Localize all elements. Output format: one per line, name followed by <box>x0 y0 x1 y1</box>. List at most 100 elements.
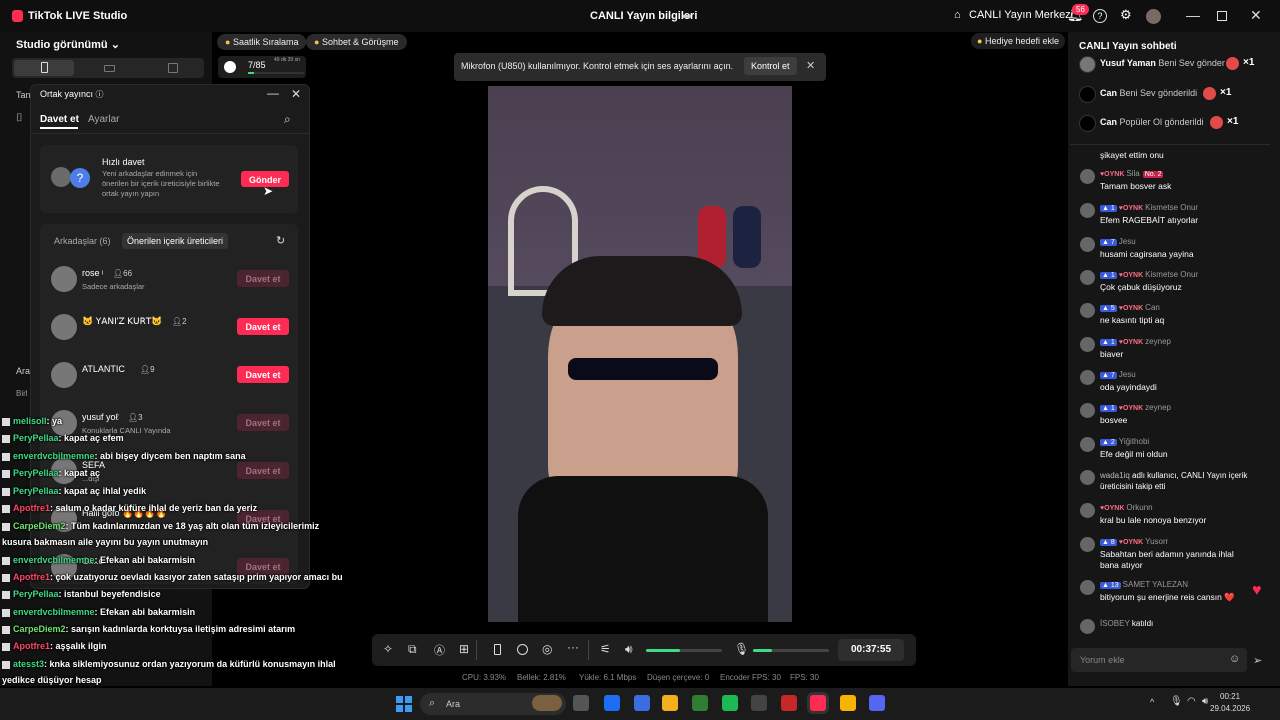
live-center-link[interactable]: CANLI Yayın Merkezi <box>969 9 1073 21</box>
landscape-icon[interactable] <box>104 65 115 72</box>
chat-avatar[interactable] <box>1080 470 1095 485</box>
share-icon[interactable]: ➦ <box>682 9 692 23</box>
chat-avatar[interactable] <box>1080 580 1095 595</box>
chrome-icon[interactable] <box>662 695 678 711</box>
camera-icon[interactable]: ⌷ <box>16 112 23 125</box>
tiktok-live-icon[interactable] <box>810 695 826 711</box>
edge-icon[interactable] <box>634 695 650 711</box>
sliders-icon[interactable]: ⚟ <box>600 642 611 656</box>
more-icon[interactable]: ··· <box>567 640 579 654</box>
tray-chevron-icon[interactable]: ^ <box>1150 697 1154 707</box>
home-icon[interactable]: ⌂ <box>954 9 961 21</box>
tab-invite[interactable]: Davet et <box>40 114 79 125</box>
chat-username[interactable]: wada1iq <box>1100 471 1130 480</box>
chat-username[interactable]: zeynep <box>1145 337 1171 346</box>
chat-username[interactable]: Jesu <box>1119 370 1136 379</box>
creator-avatar[interactable] <box>51 314 77 340</box>
send-icon[interactable]: ➢ <box>1253 654 1262 667</box>
creator-avatar[interactable] <box>51 266 77 292</box>
toast-close-icon[interactable]: ✕ <box>806 59 815 72</box>
folder-icon[interactable] <box>840 695 856 711</box>
chat-avatar[interactable] <box>1080 503 1095 518</box>
avatar[interactable] <box>1146 9 1161 24</box>
chat-username[interactable]: Kismetse Onur <box>1145 270 1198 279</box>
discord-icon[interactable] <box>869 695 885 711</box>
chat-avatar[interactable] <box>1080 370 1095 385</box>
chat-username[interactable]: zeynep <box>1145 403 1171 412</box>
chat-avatar[interactable] <box>1080 270 1095 285</box>
gift-user[interactable]: Can <box>1100 88 1117 98</box>
media-icon[interactable] <box>781 695 797 711</box>
chat-username[interactable]: SAMET YALEZAN <box>1123 580 1188 589</box>
volume-slider[interactable] <box>646 649 722 652</box>
chat-avatar[interactable] <box>1080 303 1095 318</box>
chat-username[interactable]: Sila <box>1126 169 1139 178</box>
clock-time[interactable]: 00:21 <box>1220 692 1240 701</box>
minimize-icon[interactable]: — <box>1186 7 1200 23</box>
creator-name[interactable]: rose ᵎ <box>82 268 103 278</box>
chat-avatar[interactable] <box>1080 403 1095 418</box>
chat-avatar[interactable] <box>1080 237 1095 252</box>
file-explorer-icon[interactable] <box>573 695 589 711</box>
creator-avatar[interactable] <box>51 362 77 388</box>
check-button[interactable]: Kontrol et <box>744 57 797 75</box>
chat-username[interactable]: Orkunn <box>1126 503 1152 512</box>
creator-name[interactable]: ATLANTIC <box>82 364 125 374</box>
search-icon[interactable]: ⌕ <box>284 112 291 127</box>
gift-sender-avatar[interactable] <box>1079 56 1096 73</box>
tab-settings[interactable]: Ayarlar <box>88 114 120 125</box>
chat-avatar[interactable] <box>1080 169 1095 184</box>
gift-sender-avatar[interactable] <box>1079 115 1096 132</box>
translate-icon[interactable]: ⧉ <box>408 642 417 657</box>
studio-view-dropdown[interactable]: Studio görünümü ⌄ <box>16 38 120 51</box>
gift-goal-button[interactable]: ● Hediye hedefi ekle <box>971 33 1066 49</box>
chat-username[interactable]: Kismetse Onur <box>1145 203 1198 212</box>
invite-button[interactable]: Davet et <box>237 462 289 479</box>
creator-name[interactable]: 🐱 ꓬꓮꓠꓲ'ꓜ ꓗꓴꓣꓔ🐱 <box>82 316 163 327</box>
invite-button[interactable]: Davet et <box>237 414 289 431</box>
refresh-icon[interactable]: ↻ <box>276 234 285 247</box>
chat-avatar[interactable] <box>1080 337 1095 352</box>
mic-slider[interactable] <box>753 649 829 652</box>
invite-button[interactable]: Davet et <box>237 270 289 287</box>
app-icon[interactable] <box>692 695 708 711</box>
layout-icon[interactable] <box>168 63 178 73</box>
magic-icon[interactable]: ✧ <box>383 642 393 656</box>
tab-friends[interactable]: Arkadaşlar (6) <box>54 236 111 246</box>
maximize-icon[interactable] <box>1217 11 1227 21</box>
tray-mic-icon[interactable]: 🎙︎ <box>1170 696 1183 707</box>
gift-user[interactable]: Yusuf Yaman <box>1100 58 1156 68</box>
ai-icon[interactable]: Ⓐ <box>434 642 445 658</box>
info-icon[interactable]: ⓘ <box>96 90 104 99</box>
capture-icon[interactable]: ◎ <box>542 642 552 656</box>
chat-avatar[interactable] <box>1080 203 1095 218</box>
after-effects-icon[interactable] <box>604 695 620 711</box>
chat-username[interactable]: Can <box>1145 303 1160 312</box>
gift-user[interactable]: Can <box>1100 117 1117 127</box>
chat-username[interactable]: Yiğithobi <box>1119 437 1149 446</box>
emoji-icon[interactable]: ☺ <box>1229 653 1240 665</box>
tab-suggested[interactable]: Önerilen içerik üreticileri <box>122 233 229 249</box>
clock-date[interactable]: 29.04.2026 <box>1210 704 1250 713</box>
hourly-ranking-pill[interactable]: ● Saatlik Sıralama <box>217 34 307 50</box>
panel-minimize-icon[interactable]: — <box>267 86 279 100</box>
help-icon[interactable]: ? <box>1093 9 1107 23</box>
spotify-icon[interactable] <box>722 695 738 711</box>
chat-avatar[interactable] <box>1080 619 1095 634</box>
record-icon[interactable] <box>517 644 528 655</box>
add-source-icon[interactable]: ⊞ <box>459 642 469 656</box>
gift-sender-avatar[interactable] <box>1079 86 1096 103</box>
invite-button[interactable]: Davet et <box>237 318 289 335</box>
invite-button[interactable]: Davet et <box>237 366 289 383</box>
chat-username[interactable]: İSOBEY <box>1100 619 1130 628</box>
speaker-icon[interactable]: 🔊︎ <box>625 642 633 657</box>
obs-icon[interactable] <box>751 695 767 711</box>
microphone-icon[interactable]: 🎙︎ <box>734 642 749 656</box>
chat-avatar[interactable] <box>1080 437 1095 452</box>
chat-username[interactable]: Jesu <box>1119 237 1136 246</box>
chat-avatar[interactable] <box>1080 537 1095 552</box>
phone-icon[interactable] <box>494 644 501 655</box>
volume-icon[interactable]: 🔊︎ <box>1202 696 1208 707</box>
creator-name[interactable]: yusuf yoℓ <box>82 412 118 422</box>
chat-username[interactable]: Yusorr <box>1145 537 1168 546</box>
